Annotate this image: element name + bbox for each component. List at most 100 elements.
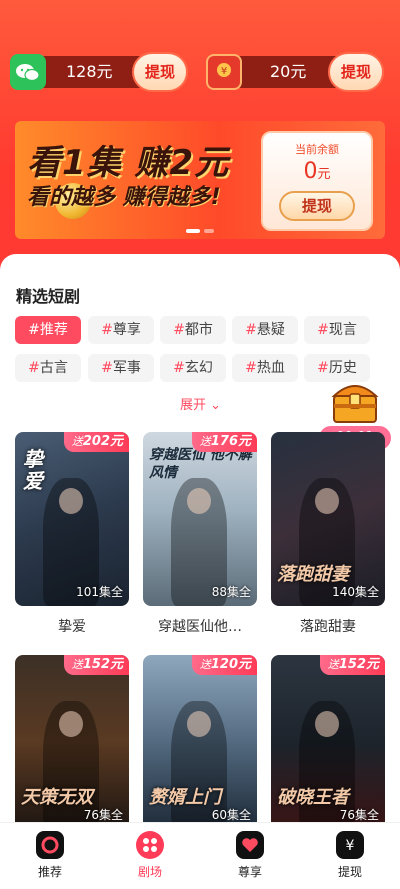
badge-prefix: 送 <box>199 435 211 448</box>
tag-label: 现言 <box>328 322 357 338</box>
svg-text:¥: ¥ <box>221 66 227 77</box>
episode-count: 101集全 <box>76 585 123 599</box>
drama-title[interactable]: 穿越医仙他… <box>143 616 257 636</box>
banner-withdraw-button[interactable]: 提现 <box>279 191 355 221</box>
treasure-chest-icon[interactable] <box>328 376 382 426</box>
badge-prefix: 送 <box>71 435 83 448</box>
reward-badge: 送202元 <box>63 432 129 452</box>
drama-card[interactable]: 穿越医仙 他不解风情 送176元 88集全 <box>143 432 257 606</box>
badge-value: 176元 <box>210 434 251 449</box>
banner-headline: 看1集 赚2元 <box>27 143 230 183</box>
tab-recommend[interactable]: 推荐 <box>20 831 80 880</box>
poster-face <box>315 488 339 514</box>
red-packet-withdraw-button[interactable]: 提现 <box>328 52 384 92</box>
reward-badge: 送176元 <box>191 432 257 452</box>
tag-label: 热血 <box>256 360 285 376</box>
recommend-icon <box>36 831 64 859</box>
tag-5[interactable]: #古言 <box>15 354 81 382</box>
wechat-amount: 128元 <box>66 62 113 81</box>
tag-4[interactable]: #现言 <box>304 316 370 344</box>
carousel-dot-active <box>186 229 200 233</box>
tag-label: 悬疑 <box>256 322 285 338</box>
promo-banner[interactable]: 看1集 赚2元 看的越多 赚得越多! 当前余额 0元 提现 <box>15 121 385 239</box>
badge-prefix: 送 <box>71 658 83 671</box>
poster-face <box>315 711 339 737</box>
drama-card[interactable]: 挚爱 送202元 101集全 <box>15 432 129 606</box>
episode-count: 88集全 <box>211 585 251 599</box>
tag-7[interactable]: #玄幻 <box>160 354 226 382</box>
episode-count: 140集全 <box>332 585 379 599</box>
tab-theater[interactable]: 剧场 <box>120 831 180 880</box>
tag-8[interactable]: #热血 <box>232 354 298 382</box>
episode-count: 60集全 <box>211 808 251 822</box>
balance-unit: 元 <box>317 167 331 182</box>
bottom-tab-bar: 推荐 剧场 尊享 ¥ 提现 <box>0 822 400 889</box>
tag-1[interactable]: #尊享 <box>88 316 154 344</box>
tab-label: 提现 <box>337 865 362 879</box>
tag-label: 推荐 <box>39 322 68 338</box>
poster-face <box>187 711 211 737</box>
tab-label: 剧场 <box>137 865 162 879</box>
poster-face <box>59 488 83 514</box>
tag-hash: # <box>101 322 113 338</box>
drama-card[interactable]: 赘婿上门 送120元 60集全 <box>143 655 257 829</box>
tag-hash: # <box>173 322 185 338</box>
balance-amount: 0 <box>303 159 318 184</box>
drama-card[interactable]: 落跑甜妻 140集全 <box>271 432 385 606</box>
wallet-row: 128元 提现 ¥ 20元 提现 <box>10 52 390 92</box>
tab-premium[interactable]: 尊享 <box>220 831 280 880</box>
tag-hash: # <box>173 360 185 376</box>
tab-label: 尊享 <box>237 865 262 879</box>
tag-6[interactable]: #军事 <box>88 354 154 382</box>
balance-card: 当前余额 0元 提现 <box>261 131 373 231</box>
poster-title: 挚爱 <box>23 447 43 493</box>
theater-icon <box>136 831 164 859</box>
episode-count: 76集全 <box>339 808 379 822</box>
carousel-dots <box>186 229 216 233</box>
badge-value: 120元 <box>210 657 251 672</box>
badge-value: 152元 <box>338 657 379 672</box>
withdraw-icon: ¥ <box>336 831 364 859</box>
wechat-withdraw-button[interactable]: 提现 <box>132 52 188 92</box>
carousel-dot <box>204 229 214 233</box>
drama-title[interactable]: 落跑甜妻 <box>271 616 385 636</box>
badge-prefix: 送 <box>327 658 339 671</box>
badge-value: 202元 <box>82 434 123 449</box>
tag-label: 都市 <box>184 322 213 338</box>
tag-hash: # <box>101 360 113 376</box>
heart-icon <box>236 831 264 859</box>
drama-card[interactable]: 破晓王者 送152元 76集全 <box>271 655 385 829</box>
tag-hash: # <box>28 322 40 338</box>
tag-0[interactable]: #推荐 <box>15 316 81 344</box>
expand-button[interactable]: 展开 ⌄ <box>180 394 221 413</box>
drama-title[interactable]: 挚爱 <box>15 616 129 636</box>
svg-text:¥: ¥ <box>346 838 355 854</box>
banner-subline: 看的越多 赚得越多! <box>27 185 221 210</box>
drama-card[interactable]: 天策无双 送152元 76集全 <box>15 655 129 829</box>
tag-hash: # <box>317 360 329 376</box>
reward-badge: 送152元 <box>319 655 385 675</box>
tag-hash: # <box>245 360 257 376</box>
balance-value: 0元 <box>263 159 371 184</box>
tag-hash: # <box>245 322 257 338</box>
tag-hash: # <box>28 360 40 376</box>
red-packet-icon: ¥ <box>206 54 242 90</box>
balance-label: 当前余额 <box>295 143 339 156</box>
tab-label: 推荐 <box>37 865 62 879</box>
red-packet-wallet: ¥ 20元 提现 <box>206 52 390 92</box>
expand-label: 展开 <box>180 398 207 413</box>
reward-badge: 送152元 <box>63 655 129 675</box>
badge-value: 152元 <box>82 657 123 672</box>
tag-2[interactable]: #都市 <box>160 316 226 344</box>
tag-label: 玄幻 <box>184 360 213 376</box>
tag-hash: # <box>317 322 329 338</box>
poster-face <box>187 488 211 514</box>
poster-face <box>59 711 83 737</box>
tag-label: 历史 <box>328 360 357 376</box>
tab-withdraw[interactable]: ¥ 提现 <box>320 831 380 880</box>
wechat-icon <box>10 54 46 90</box>
episode-count: 76集全 <box>83 808 123 822</box>
tag-3[interactable]: #悬疑 <box>232 316 298 344</box>
chevron-down-icon: ⌄ <box>210 398 222 413</box>
tag-label: 尊享 <box>112 322 141 338</box>
